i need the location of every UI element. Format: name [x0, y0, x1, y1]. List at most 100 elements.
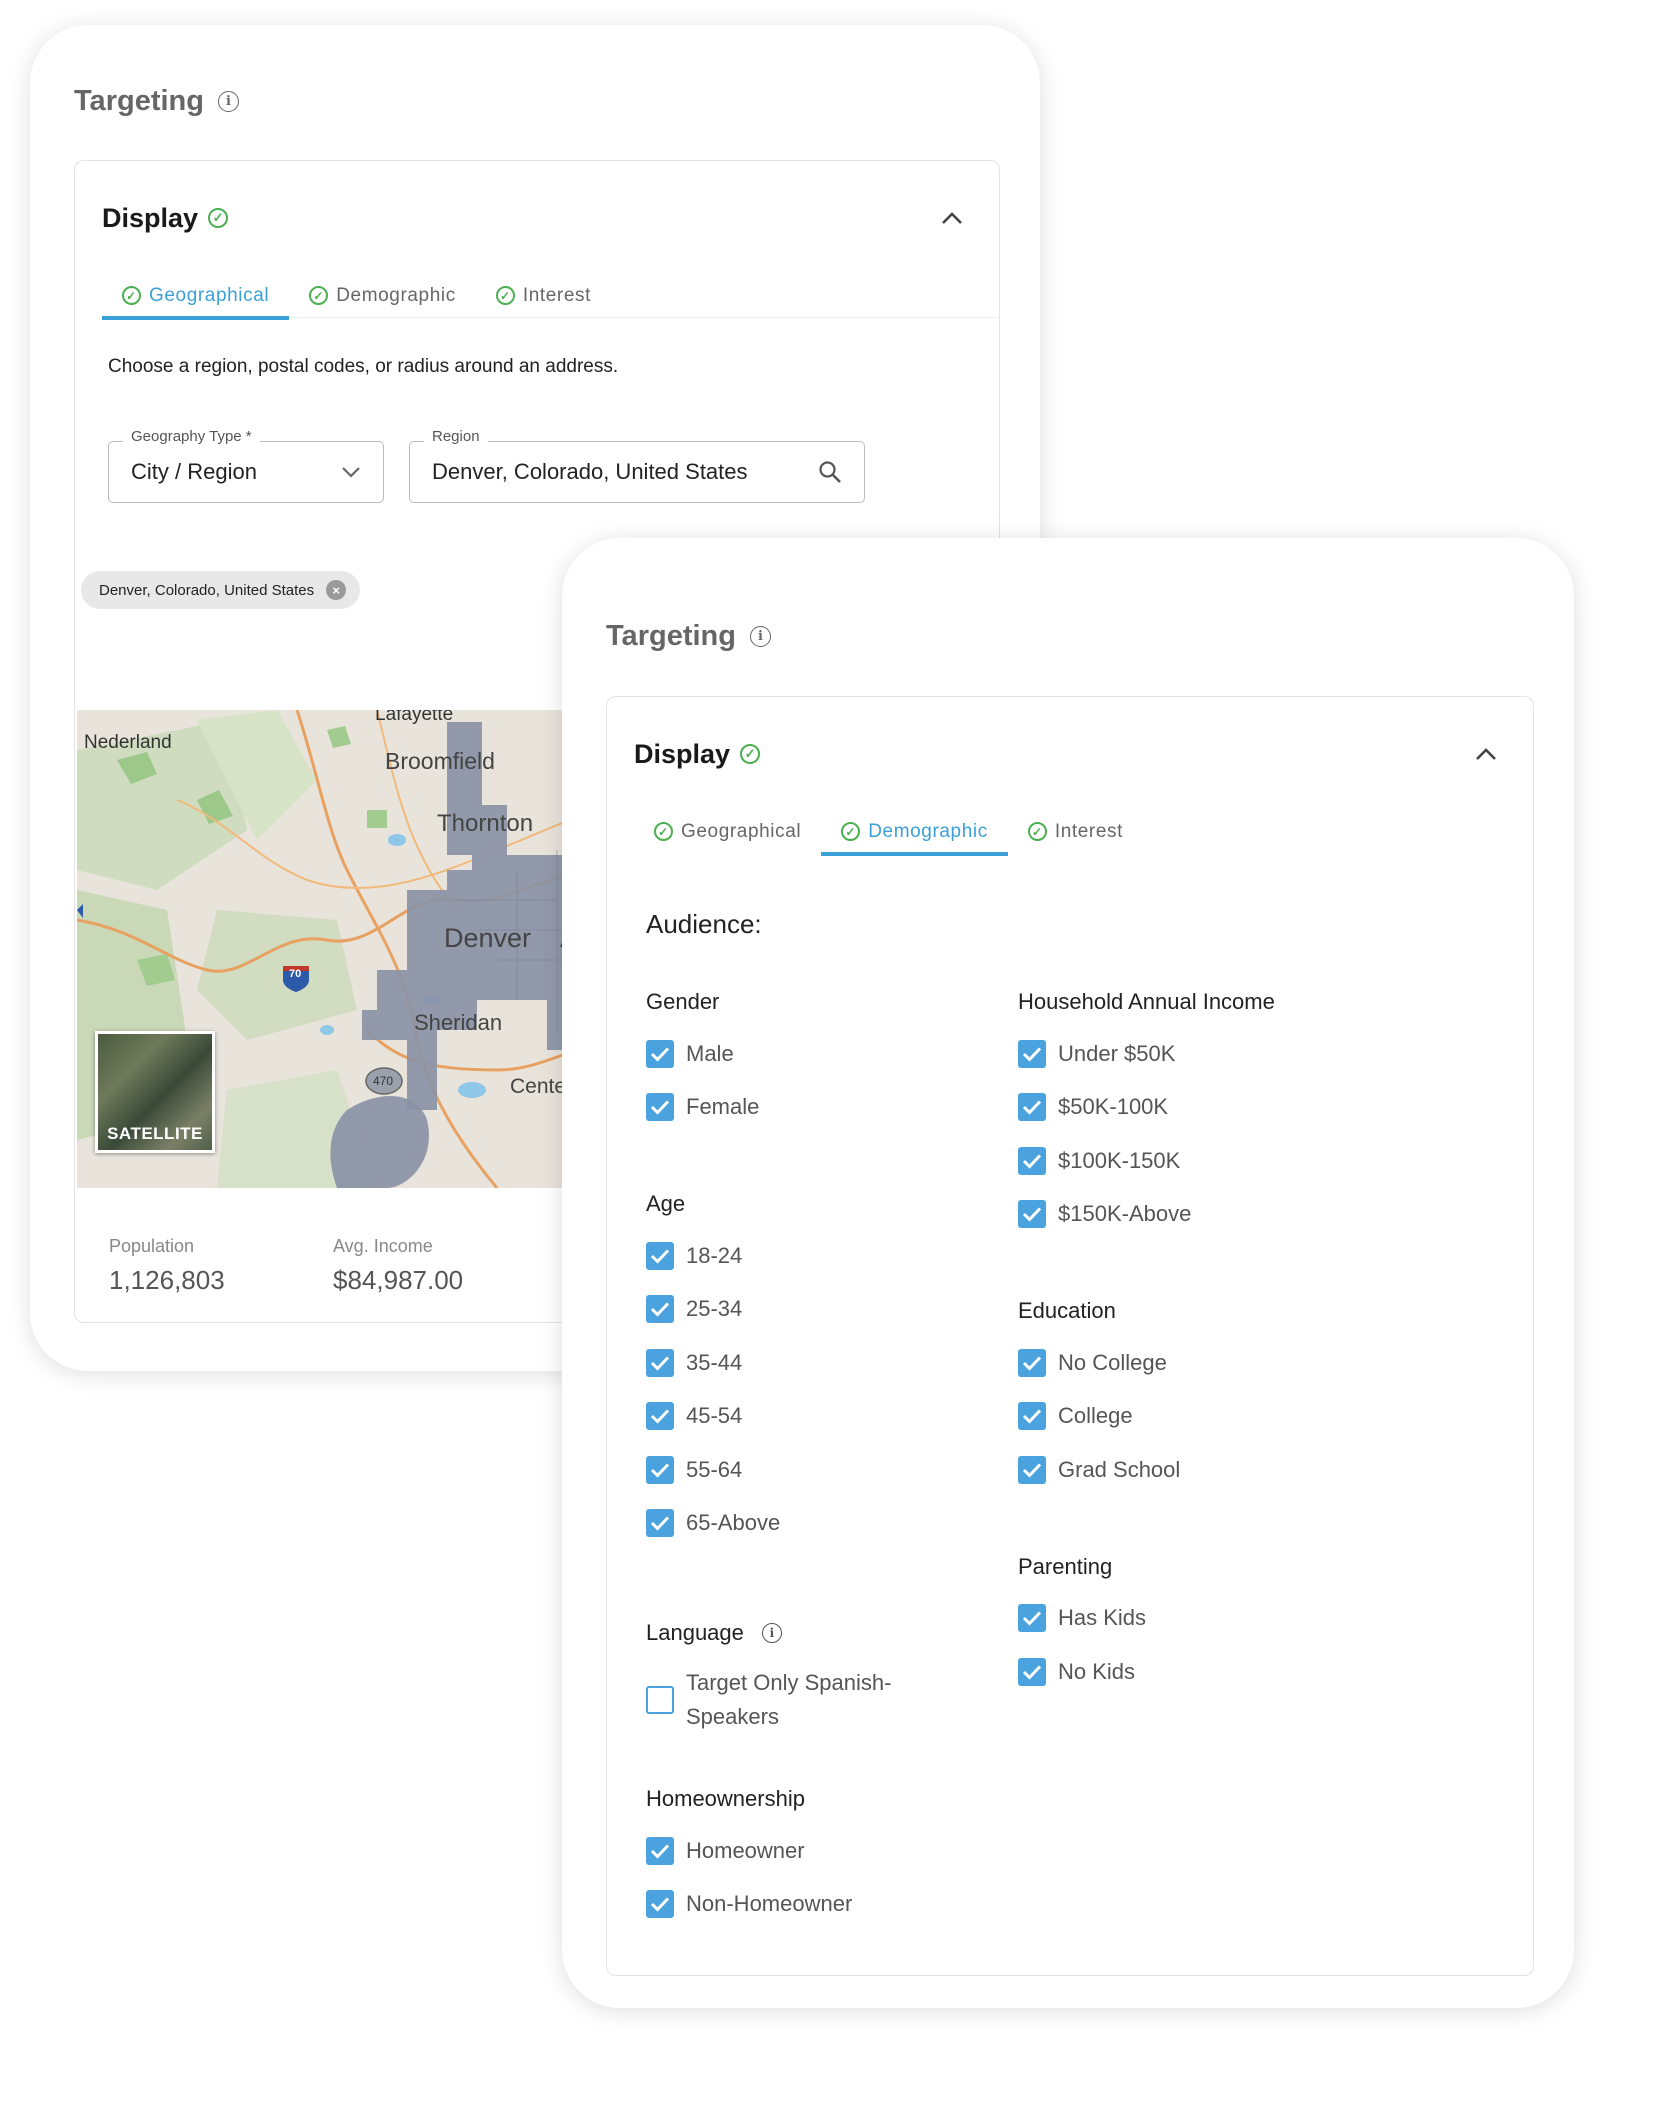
checkbox-label: Male	[686, 1040, 734, 1066]
checkbox-gender-female[interactable]: Female	[646, 1081, 976, 1135]
checkbox-college[interactable]: College	[1018, 1390, 1518, 1444]
display-header[interactable]: Display ✓	[634, 737, 1503, 771]
population-label: Population	[109, 1236, 195, 1256]
checkbox-age-25-34[interactable]: 25-34	[646, 1283, 976, 1337]
targeting-title: Targeting	[74, 85, 204, 117]
checkbox-checked-icon[interactable]	[646, 1093, 674, 1122]
chevron-up-icon[interactable]	[1469, 737, 1503, 771]
region-map[interactable]: Lafayette Nederland Broomfield Thornton …	[77, 710, 633, 1188]
display-panel: Display ✓ ✓ Geographical ✓ Demographic ✓…	[606, 696, 1534, 1976]
targeting-header: Targeting i	[606, 620, 771, 653]
checkbox-checked-icon[interactable]	[1018, 1200, 1046, 1229]
satellite-label: SATELLITE	[107, 1124, 203, 1143]
checkbox-age-35-44[interactable]: 35-44	[646, 1336, 976, 1390]
checkbox-checked-icon[interactable]	[646, 1348, 674, 1377]
income-value: $84,987.00	[333, 1265, 464, 1295]
tab-demographic[interactable]: ✓ Demographic	[289, 273, 476, 318]
checkbox-homeowner[interactable]: Homeowner	[646, 1824, 976, 1878]
satellite-toggle[interactable]: SATELLITE	[95, 1031, 215, 1153]
language-title-text: Language	[646, 1620, 744, 1645]
chevron-down-icon	[341, 466, 361, 478]
checkbox-spanish-speakers[interactable]: Target Only Spanish-Speakers	[646, 1666, 976, 1734]
checkbox-checked-icon[interactable]	[646, 1890, 674, 1919]
gender-title: Gender	[646, 989, 720, 1014]
checkbox-label: Under $50K	[1058, 1040, 1176, 1066]
checkbox-checked-icon[interactable]	[1018, 1657, 1046, 1686]
checkbox-checked-icon[interactable]	[1018, 1093, 1046, 1122]
checkbox-unchecked-icon[interactable]	[646, 1686, 674, 1714]
checkbox-checked-icon[interactable]	[646, 1509, 674, 1538]
info-icon[interactable]: i	[749, 626, 771, 647]
checkbox-label: No Kids	[1058, 1658, 1136, 1684]
checkbox-checked-icon[interactable]	[646, 1039, 674, 1068]
map-label-denver: Denver	[444, 923, 532, 953]
tab-geographical[interactable]: ✓ Geographical	[102, 273, 290, 320]
checkbox-non-homeowner[interactable]: Non-Homeowner	[646, 1878, 976, 1932]
tab-geographical[interactable]: ✓ Geographical	[634, 809, 821, 854]
tab-label: Geographical	[149, 284, 270, 306]
checkbox-age-18-24[interactable]: 18-24	[646, 1229, 976, 1283]
checkbox-label: Target Only Spanish-Speakers	[686, 1670, 892, 1729]
checkbox-grad-school[interactable]: Grad School	[1018, 1443, 1518, 1497]
checkbox-checked-icon[interactable]	[646, 1455, 674, 1484]
checkbox-checked-icon[interactable]	[1018, 1455, 1046, 1484]
close-icon[interactable]: ×	[326, 580, 347, 600]
checkbox-gender-male[interactable]: Male	[646, 1027, 976, 1081]
checkbox-label: 65-Above	[686, 1510, 781, 1536]
checkbox-has-kids[interactable]: Has Kids	[1018, 1592, 1518, 1646]
checkbox-checked-icon[interactable]	[646, 1295, 674, 1324]
checkbox-age-45-54[interactable]: 45-54	[646, 1390, 976, 1444]
homeownership-title: Homeownership	[646, 1786, 805, 1811]
check-circle-icon: ✓	[208, 208, 229, 228]
checkbox-checked-icon[interactable]	[646, 1836, 674, 1865]
checkbox-checked-icon[interactable]	[1018, 1604, 1046, 1633]
language-title: Language i	[646, 1618, 976, 1648]
checkbox-age-55-64[interactable]: 55-64	[646, 1443, 976, 1497]
income-label: Avg. Income	[333, 1236, 433, 1256]
targeting-card-demographic: Targeting i Display ✓ ✓ Geographical ✓ D…	[562, 538, 1574, 2008]
checkbox-income-100k-150k[interactable]: $100K-150K	[1018, 1134, 1518, 1188]
checkbox-label: Has Kids	[1058, 1605, 1147, 1631]
chevron-up-icon[interactable]	[935, 201, 969, 235]
checkbox-checked-icon[interactable]	[1018, 1402, 1046, 1431]
search-icon[interactable]	[818, 460, 842, 484]
population-value: 1,126,803	[109, 1265, 225, 1295]
info-icon[interactable]: i	[761, 1623, 782, 1643]
map-label-lafayette: Lafayette	[375, 710, 454, 725]
region-value: Denver, Colorado, United States	[432, 459, 748, 484]
checkbox-no-college[interactable]: No College	[1018, 1336, 1518, 1390]
checkbox-checked-icon[interactable]	[1018, 1039, 1046, 1068]
tab-label: Interest	[522, 284, 591, 306]
check-circle-icon: ✓	[495, 286, 515, 305]
display-header[interactable]: Display ✓	[102, 201, 969, 235]
map-label-thornton: Thornton	[437, 810, 534, 837]
checkbox-age-65-above[interactable]: 65-Above	[646, 1497, 976, 1551]
info-icon[interactable]: i	[217, 91, 239, 112]
checkbox-checked-icon[interactable]	[646, 1241, 674, 1270]
tab-interest[interactable]: ✓ Interest	[1008, 809, 1143, 854]
tab-demographic[interactable]: ✓ Demographic	[821, 809, 1008, 856]
checkbox-label: 45-54	[686, 1403, 743, 1429]
checkbox-checked-icon[interactable]	[1018, 1146, 1046, 1175]
checkbox-checked-icon[interactable]	[1018, 1348, 1046, 1377]
region-search-input[interactable]: Region Denver, Colorado, United States	[409, 428, 865, 503]
checkbox-income-under-50k[interactable]: Under $50K	[1018, 1027, 1518, 1081]
parenting-title: Parenting	[1018, 1553, 1113, 1579]
checkbox-no-kids[interactable]: No Kids	[1018, 1645, 1518, 1699]
check-circle-icon: ✓	[654, 822, 673, 841]
tab-interest[interactable]: ✓ Interest	[476, 273, 611, 318]
checkbox-label: Grad School	[1058, 1456, 1181, 1482]
checkbox-checked-icon[interactable]	[646, 1402, 674, 1431]
geography-type-select[interactable]: Geography Type * City / Region	[108, 428, 384, 503]
checkbox-label: Non-Homeowner	[686, 1891, 853, 1917]
population-stat: Population 1,126,803	[109, 1236, 225, 1296]
audience-heading: Audience:	[646, 909, 762, 939]
map-label-470: 470	[373, 1074, 394, 1088]
checkbox-label: 18-24	[686, 1242, 743, 1268]
checkbox-label: $100K-150K	[1058, 1147, 1181, 1173]
check-circle-icon: ✓	[122, 286, 141, 305]
checkbox-income-150k-above[interactable]: $150K-Above	[1018, 1188, 1518, 1242]
income-title: Household Annual Income	[1018, 989, 1275, 1014]
checkbox-income-50k-100k[interactable]: $50K-100K	[1018, 1081, 1518, 1135]
chip-label: Denver, Colorado, United States	[99, 581, 315, 599]
